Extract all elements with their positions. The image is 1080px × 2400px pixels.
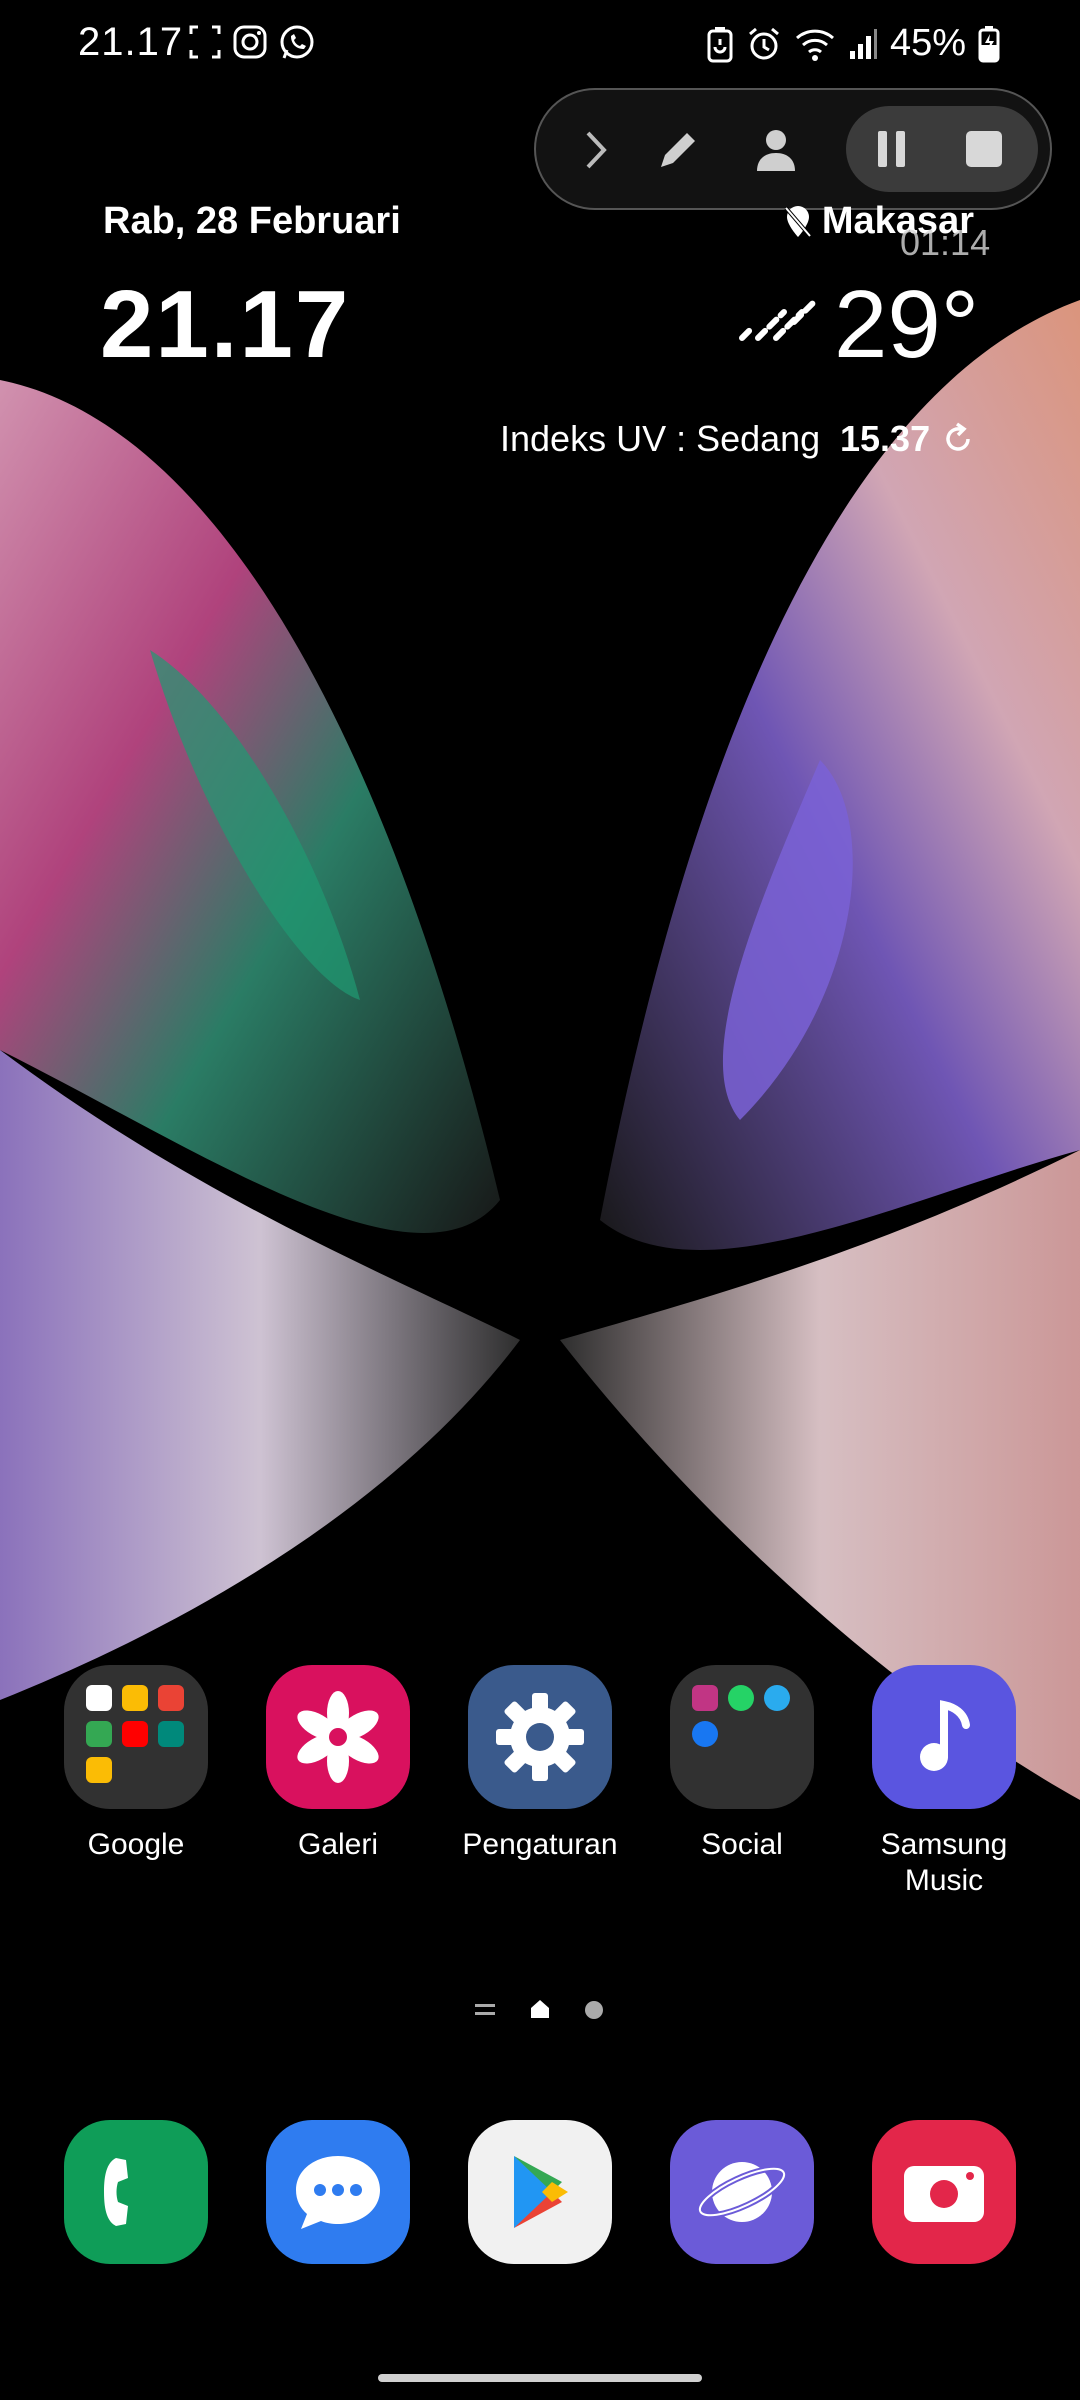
flower-icon: [297, 1691, 379, 1783]
pengaturan-app[interactable]: Pengaturan: [440, 1665, 640, 1863]
settings-icon: [468, 1665, 612, 1809]
google-folder[interactable]: Google: [36, 1665, 236, 1863]
chat-bubble-icon: [296, 2156, 380, 2229]
pencil-icon: [661, 133, 695, 167]
phone-icon: [104, 2158, 128, 2226]
battery-charging-icon: [978, 25, 1000, 62]
widget-clock[interactable]: 21.17: [100, 270, 350, 380]
app-label-google: Google: [87, 1828, 185, 1861]
internet-app[interactable]: [670, 2120, 814, 2264]
music-note-icon: [920, 1700, 970, 1771]
battery-saver-icon: [707, 26, 733, 62]
messages-app[interactable]: [266, 2120, 410, 2264]
record-controls: [846, 106, 1038, 192]
uv-index: Indeks UV : Sedang: [500, 418, 821, 459]
status-time: 21.17: [78, 20, 184, 64]
stop-icon: [966, 131, 1002, 167]
meet-icon: [158, 1721, 184, 1747]
screen-recorder-toolbar: [534, 88, 1052, 210]
draw-button[interactable]: [638, 110, 718, 190]
gallery-icon: [266, 1665, 410, 1809]
telegram-icon: [764, 1685, 790, 1711]
selfie-view-button[interactable]: [736, 110, 816, 190]
home-apps-row: Google Galeri Pengaturan Social Samsung …: [0, 1665, 1080, 1905]
pause-icon: [878, 131, 905, 167]
wifi-icon: [795, 29, 834, 61]
chevron-right-icon: [586, 131, 607, 169]
chrome-icon: [122, 1685, 148, 1711]
stop-button[interactable]: [944, 109, 1024, 189]
whatsapp-app-icon: [728, 1685, 754, 1711]
play-store-icon: [514, 2156, 568, 2228]
refresh-icon[interactable]: [940, 421, 976, 457]
gesture-handle[interactable]: [378, 2374, 702, 2382]
widget-updated[interactable]: 15.37: [840, 418, 976, 460]
widget-date[interactable]: Rab, 28 Februari: [103, 200, 401, 243]
status-bar: 21.17 45%: [0, 0, 1080, 90]
social-folder[interactable]: Social: [642, 1665, 842, 1863]
music-app-icon: [872, 1665, 1016, 1809]
location-off-icon: [784, 205, 812, 237]
phone-app[interactable]: [64, 2120, 208, 2264]
screenshot-icon: [189, 25, 221, 59]
camera-icon: [904, 2166, 984, 2222]
app-label-samsung-music: Samsung Music: [880, 1828, 1008, 1897]
pause-button[interactable]: [852, 109, 932, 189]
gear-icon: [496, 1693, 584, 1781]
samsung-music-app[interactable]: Samsung Music: [844, 1665, 1044, 1899]
whatsapp-icon: [280, 25, 314, 59]
app-label-galeri: Galeri: [297, 1828, 379, 1861]
maps-icon: [86, 1721, 112, 1747]
page-dot-icon: [585, 2001, 603, 2019]
google-icon: [86, 1685, 112, 1711]
person-icon: [757, 130, 795, 171]
notification-icons: [188, 24, 316, 62]
youtube-icon: [122, 1721, 148, 1747]
facebook-icon: [692, 1721, 718, 1747]
system-icons: 45%: [706, 22, 1000, 65]
dock: [0, 2120, 1080, 2270]
camera-app[interactable]: [872, 2120, 1016, 2264]
rain-icon: [739, 299, 817, 341]
recording-timer: 01:14: [900, 222, 991, 263]
instagram-app-icon: [692, 1685, 718, 1711]
google-folder-icon: [64, 1665, 208, 1809]
photos-icon: [86, 1757, 112, 1783]
discover-page-icon: [475, 2004, 495, 2015]
planet-icon: [696, 2162, 788, 2222]
play-store-app[interactable]: [468, 2120, 612, 2264]
instagram-icon: [233, 25, 267, 59]
social-folder-icon: [670, 1665, 814, 1809]
widget-temperature[interactable]: 29°: [834, 270, 979, 380]
signal-icon: [849, 28, 877, 59]
app-label-social: Social: [701, 1828, 783, 1861]
alarm-icon: [748, 27, 779, 59]
expand-button[interactable]: [556, 110, 636, 190]
updated-time: 15.37: [840, 418, 931, 459]
app-label-pengaturan: Pengaturan: [462, 1828, 618, 1861]
home-page-icon: [531, 2000, 549, 2018]
galeri-app[interactable]: Galeri: [238, 1665, 438, 1863]
gmail-icon: [158, 1685, 184, 1711]
battery-percent: 45%: [889, 22, 966, 64]
page-indicator[interactable]: [0, 1998, 1080, 2022]
